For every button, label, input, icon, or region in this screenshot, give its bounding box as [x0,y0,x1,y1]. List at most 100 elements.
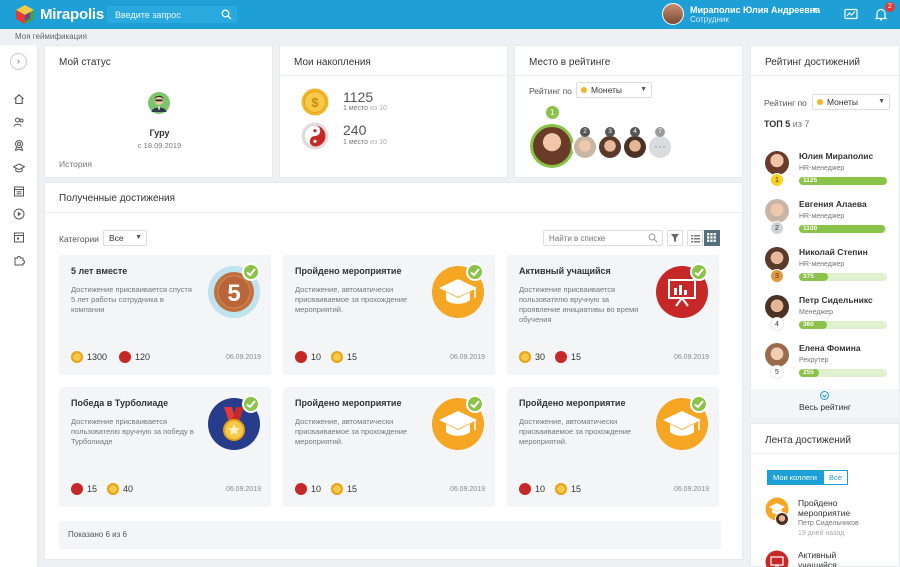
all-rating-link[interactable]: Весь рейтинг [751,402,899,412]
achievement-card[interactable]: Активный учащийся Достижение присваивает… [507,255,719,375]
users-icon[interactable] [13,116,25,128]
filter-button[interactable] [667,230,683,246]
coin-icon [519,351,531,363]
status-history-link[interactable]: История [59,159,92,169]
leader-role: HR-менеджер [799,213,845,220]
list-view-button[interactable] [687,230,703,246]
arrow-down-circle-icon[interactable] [820,391,829,400]
leaderboard-row[interactable]: 2 Евгения Алаева HR-менеджер 1100 [765,199,893,239]
rating-by-label: Рейтинг по [529,86,572,96]
tab-my-colleagues[interactable]: Мои коллеги [767,470,823,485]
avatar [775,512,789,526]
my-rank-avatar[interactable] [530,124,574,168]
card-title: Мои накопления [294,57,371,68]
list-search[interactable] [543,230,663,246]
leader-name: Юлия Мираполис [799,151,874,161]
grid-view-button[interactable] [704,230,720,246]
feed-item-title[interactable]: Пройдено мероприятие [798,498,888,518]
select-value: Монеты [591,85,623,95]
all-rating-footer[interactable]: Весь рейтинг [751,389,899,417]
card-title: Полученные достижения [59,193,176,204]
score-value: 360 [803,321,814,328]
more-users-icon[interactable]: ··· [647,134,673,160]
award-icon[interactable] [13,139,25,151]
categories-select[interactable]: Все ▼ [103,230,147,246]
calendar-icon[interactable] [13,231,25,243]
home-icon[interactable] [13,93,25,105]
search-icon[interactable] [221,9,232,20]
search-input[interactable] [107,6,219,23]
education-icon[interactable] [13,162,25,174]
check-icon [242,263,260,281]
list-search-input[interactable] [544,231,644,245]
puzzle-icon[interactable] [13,254,25,266]
achievement-date: 06.09.2019 [673,486,709,493]
notification-count: 2 [885,2,895,12]
avatar [765,343,789,367]
points-reward: 10 [295,350,321,364]
top-count: ТОП 5 из 7 [764,119,810,129]
score-bar: 1100 [799,225,887,233]
calendar-list-icon[interactable] [13,185,25,197]
feed-item-title[interactable]: Активный учащийся [798,550,868,567]
rank-avatar[interactable] [572,134,598,160]
status-name: Гуру [149,128,170,138]
achievement-card[interactable]: Победа в Турболиаде Достижение присваива… [59,387,271,507]
user-avatar[interactable] [662,3,684,25]
coin-icon [555,483,567,495]
points-reward: 120 [119,350,150,364]
coins-reward: 30 [519,350,545,364]
achievement-description: Достижение присваивается пользователю вр… [519,285,639,324]
leaderboard-row[interactable]: 3 Николай Степин HR-менеджер 375 [765,247,893,287]
feed-item-author: Петр Сидельников [798,520,859,527]
tab-all[interactable]: Все [823,470,848,485]
achievement-card[interactable]: Пройдено мероприятие Достижение, автомат… [283,255,495,375]
leaderboard-row[interactable]: 4 Петр Сидельникс Менеджер 360 [765,295,893,335]
leader-role: HR-менеджер [799,261,845,268]
global-search[interactable] [107,6,237,23]
leader-name: Елена Фомина [799,343,861,353]
chevron-down-icon[interactable]: ▼ [811,7,818,14]
achievement-title: 5 лет вместе [71,266,128,276]
presentation-icon [765,550,789,567]
breadcrumb[interactable]: Моя геймификация [15,32,87,41]
rating-criteria-select[interactable]: Монеты ▼ [812,94,890,110]
check-icon [690,263,708,281]
rank-avatar[interactable] [622,134,648,160]
user-name[interactable]: Мираполис Юлия Андреевна [690,5,820,15]
coins-reward: 1300 [71,350,107,364]
leaderboard-row[interactable]: 5 Елена Фомина Рекрутер 255 [765,343,893,383]
select-value: Монеты [827,97,859,107]
coin-icon [331,351,343,363]
mirapolis-logo-icon[interactable] [14,4,36,25]
points-reward: 15 [71,482,97,496]
search-icon[interactable] [648,233,658,243]
yin-yang-icon [295,483,307,495]
results-count: Показано 6 из 6 [59,521,721,549]
avatar [765,151,789,175]
status-avatar [148,92,170,114]
app-name[interactable]: Mirapolis [40,6,104,23]
achievement-card[interactable]: Пройдено мероприятие Достижение, автомат… [507,387,719,507]
leader-name: Николай Степин [799,247,868,257]
play-icon[interactable] [13,208,25,220]
chevron-down-icon: ▼ [878,98,885,105]
achievement-title: Пройдено мероприятие [519,398,626,408]
leaderboard-row[interactable]: 1 Юлия Мираполис HR-менеджер 1125 [765,151,893,191]
achievement-description: Достижение, автоматически присваиваемое … [295,417,408,446]
card-title: Мой статус [59,57,111,68]
grid-view-icon [707,233,716,242]
coin-dot-icon [817,99,823,105]
achievement-date: 06.09.2019 [225,354,261,361]
coins-reward: 15 [555,482,581,496]
achievement-card[interactable]: Пройдено мероприятие Достижение, автомат… [283,387,495,507]
yin-yang-icon [119,351,131,363]
messages-icon[interactable] [844,7,858,21]
rank-avatar[interactable] [597,134,623,160]
achievement-title: Победа в Турболиаде [71,398,169,408]
achievement-card[interactable]: 5 лет вместе Достижение присваивается сп… [59,255,271,375]
achievement-description: Достижение, автоматически присваиваемое … [519,417,632,446]
rating-criteria-select[interactable]: Монеты ▼ [576,82,652,98]
my-savings-card: Мои накопления $ 1125 1 место из 10 240 … [279,45,508,178]
expand-sidebar-button[interactable]: › [10,53,27,70]
